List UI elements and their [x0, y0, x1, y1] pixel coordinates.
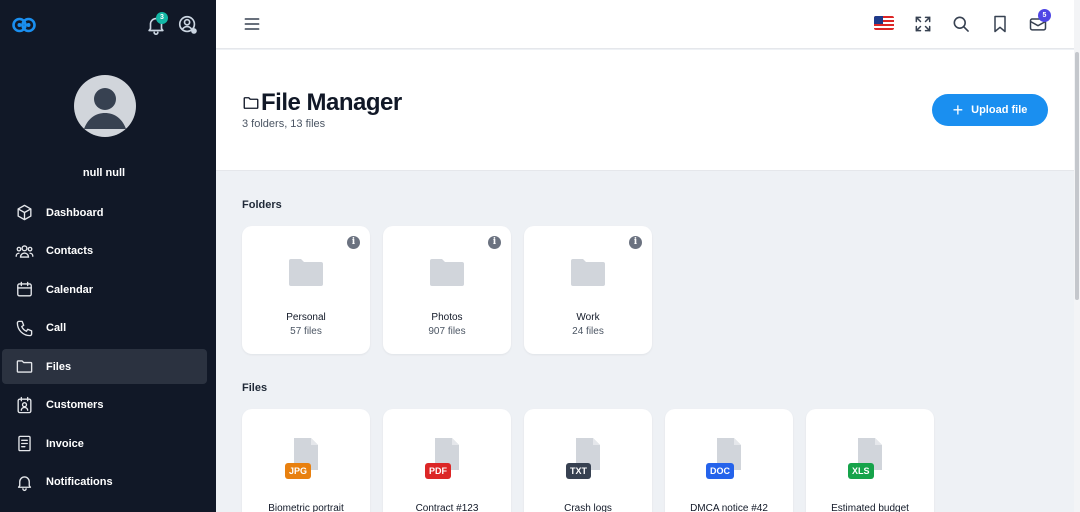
info-icon[interactable]: i: [488, 236, 501, 249]
mail-badge: 5: [1038, 9, 1051, 22]
topbar: 5: [216, 0, 1078, 49]
files-heading: Files: [242, 382, 268, 394]
file-name: Crash logs: [564, 503, 612, 512]
folder-count: 57 files: [290, 326, 322, 337]
folder-card[interactable]: i Personal 57 files: [242, 226, 370, 354]
sidebar-nav: Dashboard Contacts Calendar Call Files C…: [2, 195, 207, 503]
file-card[interactable]: TXT Crash logs: [524, 409, 652, 512]
file-type-badge: TXT: [566, 463, 591, 479]
sidebar-item-label: Call: [46, 322, 67, 334]
plus-icon: +: [952, 100, 964, 120]
users-icon: [15, 244, 34, 258]
file-type-badge: PDF: [425, 463, 451, 479]
file-name: Biometric portrait: [268, 503, 344, 512]
contact-book-icon: [17, 396, 32, 413]
user-name: null null: [82, 167, 126, 179]
file-type-badge: JPG: [285, 463, 312, 479]
folder-card[interactable]: i Photos 907 files: [383, 226, 511, 354]
scrollbar-thumb[interactable]: [1075, 52, 1079, 300]
info-icon[interactable]: i: [347, 236, 360, 249]
file-name: DMCA notice #42: [690, 503, 768, 512]
page-title: File Manager: [261, 89, 402, 116]
file-card[interactable]: JPG Biometric portrait: [242, 409, 370, 512]
sidebar-item-customers[interactable]: Customers: [2, 388, 207, 423]
folders-heading: Folders: [242, 199, 282, 211]
title-row: File Manager: [242, 89, 402, 117]
folder-card[interactable]: i Work 24 files: [524, 226, 652, 354]
logo-icon[interactable]: [12, 16, 36, 34]
menu-icon[interactable]: [242, 14, 262, 34]
sidebar-item-contacts[interactable]: Contacts: [2, 234, 207, 269]
page-scrollbar[interactable]: [1074, 0, 1080, 512]
bell-icon: [17, 475, 32, 491]
file-card[interactable]: DOC DMCA notice #42: [665, 409, 793, 512]
sidebar-item-call[interactable]: Call: [2, 311, 207, 346]
sidebar-item-label: Notifications: [46, 476, 113, 488]
folder-name: Personal: [286, 312, 326, 323]
user-avatar-icon: [84, 88, 126, 129]
folder-icon: [289, 259, 323, 286]
sidebar-item-label: Invoice: [46, 437, 84, 450]
notification-badge: 3: [156, 12, 168, 24]
sidebar-item-label: Customers: [46, 399, 104, 411]
folder-icon: [243, 97, 259, 109]
calendar-icon: [17, 281, 32, 297]
sidebar-item-label: Dashboard: [46, 206, 104, 219]
folder-name: Photos: [431, 312, 463, 323]
page-header: File Manager 3 folders, 13 files + Uploa…: [216, 50, 1078, 171]
file-card[interactable]: XLS Estimated budget: [806, 409, 934, 512]
bookmark-icon[interactable]: [990, 14, 1010, 34]
sidebar-item-label: Calendar: [46, 283, 94, 296]
fullscreen-icon[interactable]: [913, 14, 933, 34]
sidebar-item-label: Contacts: [46, 245, 94, 257]
sidebar-item-invoice[interactable]: Invoice: [2, 426, 207, 461]
file-card[interactable]: PDF Contract #123: [383, 409, 511, 512]
invoice-icon: [18, 435, 31, 452]
folder-name: Work: [576, 312, 600, 323]
sidebar-item-notifications[interactable]: Notifications: [2, 465, 207, 500]
search-icon[interactable]: [951, 14, 971, 34]
folder-count: 24 files: [572, 326, 604, 337]
page-subtitle: 3 folders, 13 files: [242, 118, 326, 130]
sidebar-item-calendar[interactable]: Calendar: [2, 272, 207, 307]
file-name: Contract #123: [415, 503, 479, 512]
file-type-badge: XLS: [848, 463, 874, 479]
us-flag-icon[interactable]: [874, 16, 894, 30]
avatar[interactable]: [74, 75, 136, 137]
phone-icon: [16, 320, 33, 336]
info-icon[interactable]: i: [629, 236, 642, 249]
sidebar-item-dashboard[interactable]: Dashboard: [2, 195, 207, 230]
file-name: Estimated budget: [831, 503, 909, 512]
user-settings-icon[interactable]: [177, 14, 199, 36]
upload-file-label: Upload file: [971, 104, 1028, 116]
file-type-badge: DOC: [706, 463, 734, 479]
sidebar-item-files[interactable]: Files: [2, 349, 207, 384]
sidebar: 3 null null Dashboard Contacts Calendar …: [0, 0, 216, 512]
folder-count: 907 files: [428, 326, 466, 337]
folder-icon: [430, 259, 464, 286]
folder-icon: [571, 259, 605, 286]
sidebar-item-label: Files: [46, 360, 72, 373]
cube-icon: [17, 204, 32, 221]
folder-icon: [16, 360, 33, 373]
upload-file-button[interactable]: + Upload file: [932, 94, 1048, 126]
